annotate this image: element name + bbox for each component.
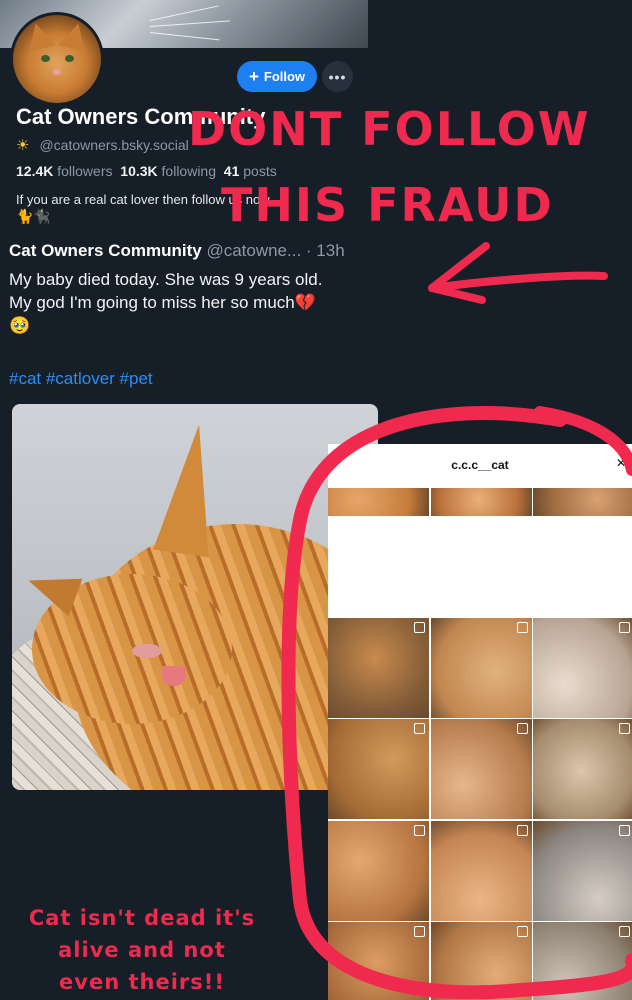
posts-count: 41 xyxy=(223,163,240,179)
close-icon: ✕ xyxy=(615,456,626,470)
follow-button[interactable]: + Follow xyxy=(237,61,317,92)
post-header: Cat Owners Community @catowne... · 13h xyxy=(9,241,345,261)
handle-row: ☀ @catowners.bsky.social xyxy=(16,136,189,154)
reel-badge-icon xyxy=(516,621,528,633)
grid-photo xyxy=(328,820,429,921)
following-count[interactable]: 10.3K xyxy=(120,163,157,179)
warning-headline: THIS FRAUD xyxy=(221,178,554,232)
post-text-line: My baby died today. She was 9 years old. xyxy=(9,270,323,289)
ellipsis-icon: ••• xyxy=(328,68,347,85)
following-label[interactable]: following xyxy=(162,163,216,179)
grid-photo xyxy=(533,922,632,1000)
post-timestamp: · 13h xyxy=(305,241,345,260)
plus-icon: + xyxy=(248,67,259,86)
instagram-profile-screenshot: c.c.c__cat ✕ ▦ ▶ ☐ xyxy=(328,444,632,1000)
reel-badge-icon xyxy=(516,723,528,734)
grid-photo xyxy=(328,922,429,1000)
reel-badge-icon xyxy=(414,926,425,937)
post-handle[interactable]: @catowne... xyxy=(206,241,301,260)
caption-line: Cat isn't dead it's xyxy=(28,906,256,930)
reel-badge-icon xyxy=(516,824,528,836)
reel-badge-icon xyxy=(414,824,425,836)
reel-badge-icon xyxy=(516,926,528,937)
grid-photo xyxy=(533,488,632,516)
reel-badge-icon xyxy=(414,621,425,633)
grid-photo xyxy=(430,719,532,819)
instagram-username: c.c.c__cat xyxy=(451,458,509,472)
reel-badge-icon xyxy=(414,723,425,734)
followers-count[interactable]: 12.4K xyxy=(16,163,53,179)
follow-label: Follow xyxy=(263,69,306,84)
post-text: My baby died today. She was 9 years old.… xyxy=(9,268,379,337)
caption-line: even theirs!! xyxy=(59,970,225,994)
posts-label: posts xyxy=(243,163,277,179)
grid-photo xyxy=(430,922,532,1000)
reel-badge-icon xyxy=(619,926,630,937)
post-image[interactable] xyxy=(12,404,378,790)
grid-photo xyxy=(430,820,532,921)
caption-line: alive and not xyxy=(58,938,226,962)
reel-badge-icon xyxy=(619,824,630,836)
arrow-left-icon xyxy=(428,242,608,304)
avatar[interactable] xyxy=(10,12,104,106)
post-text-line: My god I'm going to miss her so much💔 xyxy=(9,293,316,312)
sun-icon: ☀ xyxy=(16,137,30,154)
bio-emoji: 🐈🐈‍⬛ xyxy=(16,208,51,224)
profile-handle: @catowners.bsky.social xyxy=(39,137,189,153)
reel-badge-icon xyxy=(619,723,630,734)
instagram-photo-grid xyxy=(328,488,632,1000)
grid-photo xyxy=(328,617,429,718)
grid-photo xyxy=(533,617,632,718)
reel-badge-icon xyxy=(619,621,630,633)
post-hashtags[interactable]: #cat #catlover #pet xyxy=(9,369,153,389)
grid-photo xyxy=(328,719,429,819)
post-author[interactable]: Cat Owners Community xyxy=(9,241,202,260)
grid-photo xyxy=(533,719,632,819)
caption: Cat isn't dead it's alive and not even t… xyxy=(18,902,266,998)
profile-stats: 12.4K followers 10.3K following 41 posts xyxy=(16,163,277,179)
grid-photo xyxy=(430,488,532,516)
grid-photo xyxy=(430,617,532,718)
more-options-button[interactable]: ••• xyxy=(322,61,353,92)
warning-headline: DONT FOLLOW xyxy=(188,102,591,156)
grid-photo xyxy=(328,488,429,516)
followers-label[interactable]: followers xyxy=(57,163,112,179)
post-text-line: 🥹 xyxy=(9,316,31,335)
grid-photo xyxy=(533,820,632,921)
